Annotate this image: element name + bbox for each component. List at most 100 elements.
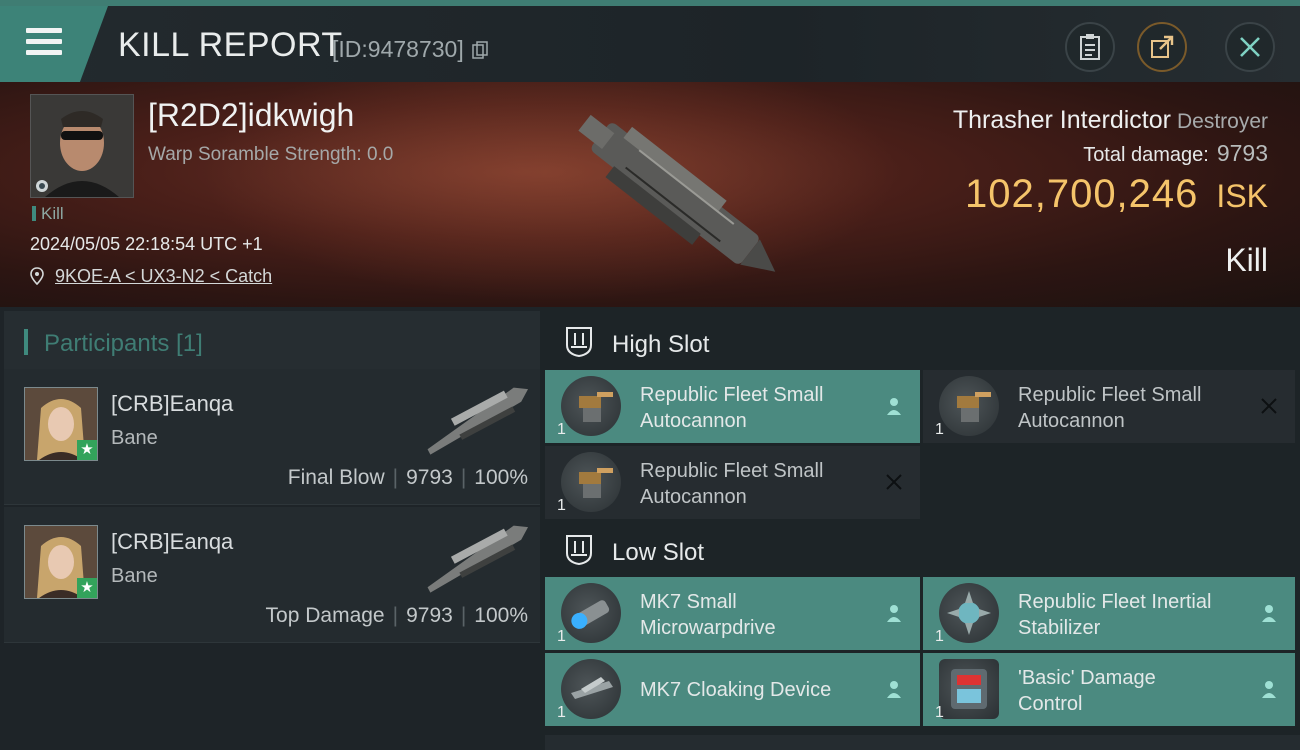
participant-damage: 9793	[406, 466, 453, 489]
high-slot-header: High Slot	[545, 311, 1300, 371]
isk-value: 102,700,246 ISK	[965, 172, 1268, 217]
dropped-person-icon	[887, 605, 901, 622]
participant-stats: Final Blow | 9793 | 100%	[287, 466, 528, 489]
module-qty: 1	[557, 497, 566, 514]
module-name-line2: Autocannon	[640, 486, 747, 508]
participant-name[interactable]: [CRB]Eanqa	[111, 391, 233, 417]
dropped-person-icon	[1262, 681, 1276, 698]
low-slot-icon	[566, 535, 592, 565]
participants-accent-bar	[24, 329, 28, 355]
kill-tag: Kill	[32, 204, 64, 224]
dropped-person-icon	[1262, 605, 1276, 622]
module-name: MK7 Small Microwarpdrive	[640, 589, 860, 641]
participant-role: Top Damage	[265, 604, 385, 627]
module-name: MK7 Cloaking Device	[640, 677, 860, 703]
star-icon: ★	[77, 578, 97, 598]
low-slot-header: Low Slot	[545, 519, 1300, 579]
kill-location[interactable]: 9KOE-A < UX3-N2 < Catch	[30, 266, 272, 287]
participant-role: Final Blow	[287, 466, 385, 489]
ship-name: Thrasher Interdictor	[952, 106, 1171, 134]
module-name-line2: Autocannon	[1018, 410, 1125, 432]
module-item[interactable]: 1 Republic Fleet Small Autocannon	[545, 370, 920, 443]
participant-row[interactable]: ★ [CRB]Eanqa Bane Top Damage | 9793 | 100%	[4, 507, 540, 643]
participant-avatar[interactable]: ★	[24, 387, 98, 461]
microwarpdrive-icon	[561, 583, 621, 643]
module-qty: 1	[935, 704, 944, 721]
page-title: KILL REPORT	[118, 26, 343, 64]
participant-ship-icon	[427, 387, 529, 455]
close-button[interactable]	[1225, 22, 1275, 72]
hamburger-icon	[26, 28, 62, 33]
module-qty: 1	[557, 628, 566, 645]
isk-amount: 102,700,246	[964, 172, 1199, 216]
participants-header: Participants [1]	[4, 311, 540, 371]
module-qty: 1	[557, 421, 566, 438]
inertial-stabilizer-icon	[939, 583, 999, 643]
autocannon-icon	[561, 452, 621, 512]
kill-result: Kill	[1225, 242, 1268, 278]
module-name-line2: Microwarpdrive	[640, 617, 776, 639]
module-name-line1: Republic Fleet Inertial	[1018, 591, 1212, 613]
module-name: Republic Fleet Small Autocannon	[1018, 382, 1238, 434]
share-button[interactable]	[1137, 22, 1187, 72]
top-bar: KILL REPORT [ID:9478730]	[0, 0, 1300, 82]
participant-damage: 9793	[406, 604, 453, 627]
share-icon	[1151, 35, 1174, 58]
module-item[interactable]: 1 MK7 Cloaking Device	[545, 653, 920, 726]
ship-class: Destroyer	[1176, 110, 1268, 133]
module-name-line1: MK7 Cloaking Device	[640, 679, 832, 701]
clipboard-button[interactable]	[1065, 22, 1115, 72]
victim-ship-image	[578, 114, 776, 272]
victim-banner: [R2D2]idkwigh Warp Soramble Strength: 0.…	[0, 82, 1300, 307]
participant-percent: 100%	[474, 604, 528, 627]
participants-panel: Participants [1] ★ [CRB]Eanqa Bane Final…	[0, 307, 540, 750]
module-item[interactable]: 1 MK7 Small Microwarpdrive	[545, 577, 920, 650]
report-id[interactable]: [ID:9478730]	[332, 36, 488, 63]
destroyed-x-icon	[1261, 398, 1277, 414]
participant-avatar[interactable]: ★	[24, 525, 98, 599]
module-name-line1: Republic Fleet Small	[640, 460, 824, 482]
menu-button[interactable]	[0, 6, 108, 82]
participant-ship-icon	[427, 525, 529, 593]
module-qty: 1	[557, 704, 566, 721]
autocannon-icon	[939, 376, 999, 436]
module-name: Republic Fleet Inertial Stabilizer	[1018, 589, 1238, 641]
next-slot-header-partial	[545, 735, 1300, 750]
location-link: 9KOE-A < UX3-N2 < Catch	[55, 266, 273, 286]
module-name: Republic Fleet Small Autocannon	[640, 458, 860, 510]
hamburger-icon-line	[26, 39, 62, 44]
module-name: 'Basic' Damage Control	[1018, 665, 1238, 717]
module-item[interactable]: 1 Republic Fleet Inertial Stabilizer	[923, 577, 1295, 650]
participants-title: Participants [1]	[44, 330, 203, 357]
dropped-person-icon	[887, 398, 901, 415]
participant-ship: Bane	[111, 427, 158, 449]
module-name-line2: Control	[1018, 693, 1083, 715]
kill-timestamp: 2024/05/05 22:18:54 UTC +1	[30, 234, 263, 254]
module-item[interactable]: 1 'Basic' Damage Control	[923, 653, 1295, 726]
autocannon-icon	[561, 376, 621, 436]
module-name: Republic Fleet Small Autocannon	[640, 382, 860, 434]
destroyed-x-icon	[886, 474, 902, 490]
damage-control-icon	[939, 659, 999, 719]
total-damage-label: Total damage:	[1083, 144, 1209, 166]
module-name-line1: 'Basic' Damage	[1018, 667, 1156, 689]
total-damage-value: 9793	[1216, 140, 1268, 166]
hamburger-icon-line	[26, 50, 62, 55]
cloaking-device-icon	[561, 659, 621, 719]
total-damage: Total damage: 9793	[1083, 140, 1268, 167]
victim-name[interactable]: [R2D2]idkwigh	[148, 97, 354, 134]
low-slot-title: Low Slot	[612, 539, 705, 566]
module-item[interactable]: 1 Republic Fleet Small Autocannon	[545, 446, 920, 519]
module-qty: 1	[935, 421, 944, 438]
star-icon: ★	[77, 440, 97, 460]
participant-row[interactable]: ★ [CRB]Eanqa Bane Final Blow | 9793 | 100%	[4, 369, 540, 505]
victim-avatar[interactable]	[30, 94, 134, 198]
module-item[interactable]: 1 Republic Fleet Small Autocannon	[923, 370, 1295, 443]
warp-scramble-strength: Warp Soramble Strength: 0.0	[148, 144, 394, 165]
participant-name[interactable]: [CRB]Eanqa	[111, 529, 233, 555]
clipboard-icon	[1080, 34, 1100, 60]
location-pin-icon	[30, 267, 44, 286]
participant-stats: Top Damage | 9793 | 100%	[265, 604, 528, 627]
participant-percent: 100%	[474, 466, 528, 489]
victim-ship[interactable]: Thrasher Interdictor Destroyer	[953, 106, 1268, 135]
